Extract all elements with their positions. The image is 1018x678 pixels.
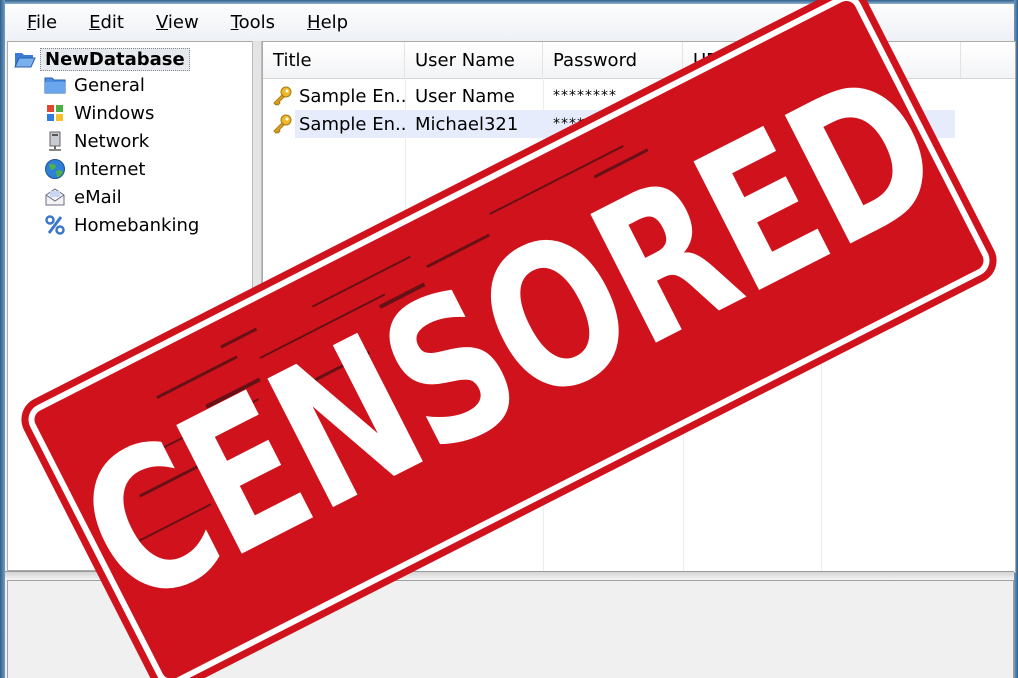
folder-open-icon (14, 48, 36, 70)
row-username: User Name (415, 85, 515, 107)
column-password[interactable]: Password (543, 42, 683, 78)
menu-help[interactable]: Help (305, 10, 350, 35)
menu-file-label: ile (36, 11, 58, 33)
cell-title: Sample En... (271, 110, 405, 138)
percent-icon (44, 214, 66, 236)
menu-file-mnemonic: F (27, 11, 37, 33)
tree-item-network-label: Network (74, 130, 150, 152)
menu-edit[interactable]: Edit (87, 10, 126, 35)
key-icon (271, 85, 293, 107)
globe-icon (44, 158, 66, 180)
row-username: Michael321 (415, 113, 519, 135)
menu-tools[interactable]: Tools (229, 10, 277, 35)
cell-title: Sample En... (271, 82, 405, 110)
menu-tools-label: ools (238, 11, 276, 33)
row-title: Sample En... (299, 85, 405, 107)
tree-item-windows[interactable]: Windows (44, 100, 154, 126)
row-title: Sample En... (299, 113, 405, 135)
windows-icon (44, 102, 66, 124)
menu-view-mnemonic: V (155, 11, 168, 33)
menu-edit-label: dit (100, 11, 124, 33)
menu-help-label: elp (320, 11, 349, 33)
menu-edit-mnemonic: E (89, 11, 101, 33)
list-header: Title User Name Password URL (263, 42, 1015, 79)
tree-root-label: NewDatabase (40, 47, 190, 71)
tree-item-windows-label: Windows (74, 102, 155, 124)
menu-file[interactable]: File (25, 10, 59, 35)
folder-icon (44, 74, 66, 96)
tree-item-internet[interactable]: Internet (44, 156, 145, 182)
tree-item-homebanking-label: Homebanking (74, 214, 200, 236)
tree-item-email-label: eMail (74, 186, 122, 208)
tree-item-general-label: General (74, 74, 145, 96)
tree-item-network[interactable]: Network (44, 128, 149, 154)
menu-view[interactable]: View (154, 10, 201, 35)
menu-help-mnemonic: H (307, 11, 321, 33)
key-icon (271, 113, 293, 135)
tree-root-newdatabase[interactable]: NewDatabase (14, 46, 190, 72)
menu-tools-mnemonic: T (230, 11, 239, 33)
email-icon (44, 186, 66, 208)
tree-item-internet-label: Internet (74, 158, 146, 180)
column-title[interactable]: Title (263, 42, 405, 78)
network-icon (44, 130, 66, 152)
tree-item-general[interactable]: General (44, 72, 145, 98)
app-window: File Edit View Tools Help NewDatabase Ge… (0, 0, 1018, 678)
tree-item-homebanking[interactable]: Homebanking (44, 212, 199, 238)
menu-view-label: iew (167, 11, 199, 33)
column-username[interactable]: User Name (405, 42, 543, 78)
tree-item-email[interactable]: eMail (44, 184, 122, 210)
